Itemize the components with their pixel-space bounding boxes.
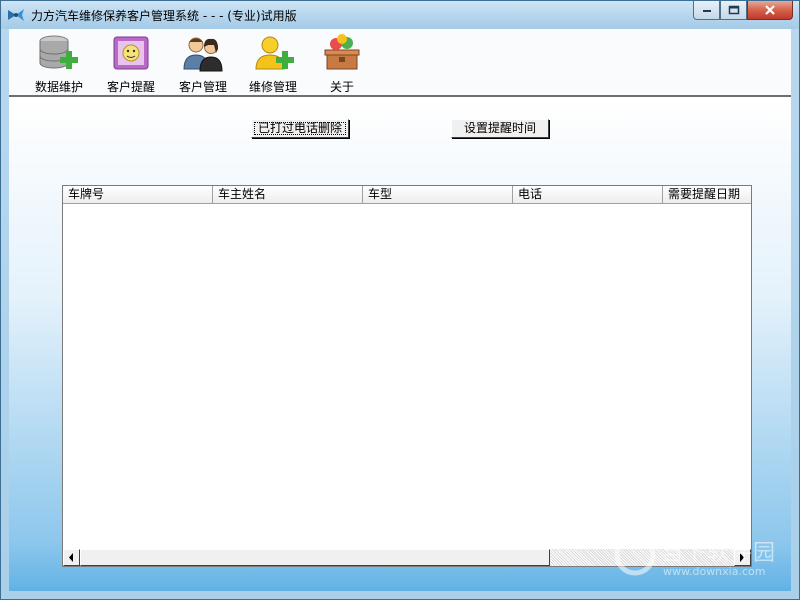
watermark-logo-icon (614, 533, 656, 576)
column-car-model[interactable]: 车型 (363, 186, 513, 203)
watermark-url: www.downxia.com (663, 565, 766, 578)
arrow-left-icon (69, 553, 73, 562)
delete-called-button[interactable]: 已打过电话删除 (251, 119, 349, 138)
app-icon (8, 9, 24, 21)
scroll-left-button[interactable] (63, 549, 80, 566)
toolbar-customer-management[interactable]: 客户管理 (173, 33, 233, 95)
watermark: 当下软件园 www.downxia.com (613, 531, 793, 579)
window-controls (693, 1, 793, 21)
toolbar-label: 客户提醒 (106, 80, 155, 94)
user-add-icon (255, 36, 294, 70)
toolbar-label: 客户管理 (178, 80, 227, 94)
client-area: 数据维护 客户提醒 客户管理 维修管理 关于 已打过电话删除 设置提醒时间 车牌… (9, 29, 791, 591)
maximize-button[interactable] (720, 1, 747, 20)
about-box-icon (324, 34, 360, 70)
title-bar[interactable]: 力方汽车维修保养客户管理系统 - - - (专业)试用版 (1, 1, 799, 29)
close-button[interactable] (747, 1, 793, 20)
button-label: 已打过电话删除 (252, 120, 348, 137)
column-plate-number[interactable]: 车牌号 (63, 186, 213, 203)
set-reminder-time-button[interactable]: 设置提醒时间 (451, 119, 549, 138)
close-icon (765, 5, 775, 15)
column-owner-name[interactable]: 车主姓名 (213, 186, 363, 203)
toolbar-data-maintenance[interactable]: 数据维护 (29, 33, 89, 95)
toolbar-customer-reminder[interactable]: 客户提醒 (101, 33, 161, 95)
window-title: 力方汽车维修保养客户管理系统 - - - (专业)试用版 (31, 9, 297, 23)
reminder-calendar-icon (113, 36, 149, 70)
maximize-icon (728, 5, 739, 15)
main-content: 已打过电话删除 设置提醒时间 车牌号 车主姓名 车型 电话 需要提醒日期 (9, 97, 791, 591)
watermark-text: 当下软件园 (661, 541, 777, 566)
customers-icon (183, 37, 223, 72)
scrollbar-thumb[interactable] (80, 549, 550, 566)
toolbar-label: 维修管理 (248, 80, 297, 94)
toolbar-about[interactable]: 关于 (317, 33, 367, 95)
column-phone[interactable]: 电话 (513, 186, 663, 203)
list-body[interactable] (63, 204, 751, 550)
toolbar-label: 关于 (329, 80, 354, 94)
column-reminder-date[interactable]: 需要提醒日期 (663, 186, 751, 203)
minimize-icon (702, 10, 711, 12)
list-header: 车牌号 车主姓名 车型 电话 需要提醒日期 (63, 186, 751, 204)
toolbar-repair-management[interactable]: 维修管理 (243, 33, 303, 95)
app-window: 力方汽车维修保养客户管理系统 - - - (专业)试用版 数据维护 客户提醒 客… (0, 0, 800, 600)
main-toolbar: 数据维护 客户提醒 客户管理 维修管理 关于 (9, 29, 791, 97)
database-add-icon (39, 35, 78, 69)
button-label: 设置提醒时间 (463, 121, 536, 135)
minimize-button[interactable] (693, 1, 720, 20)
toolbar-label: 数据维护 (34, 80, 83, 94)
reminder-list[interactable]: 车牌号 车主姓名 车型 电话 需要提醒日期 (62, 185, 752, 567)
